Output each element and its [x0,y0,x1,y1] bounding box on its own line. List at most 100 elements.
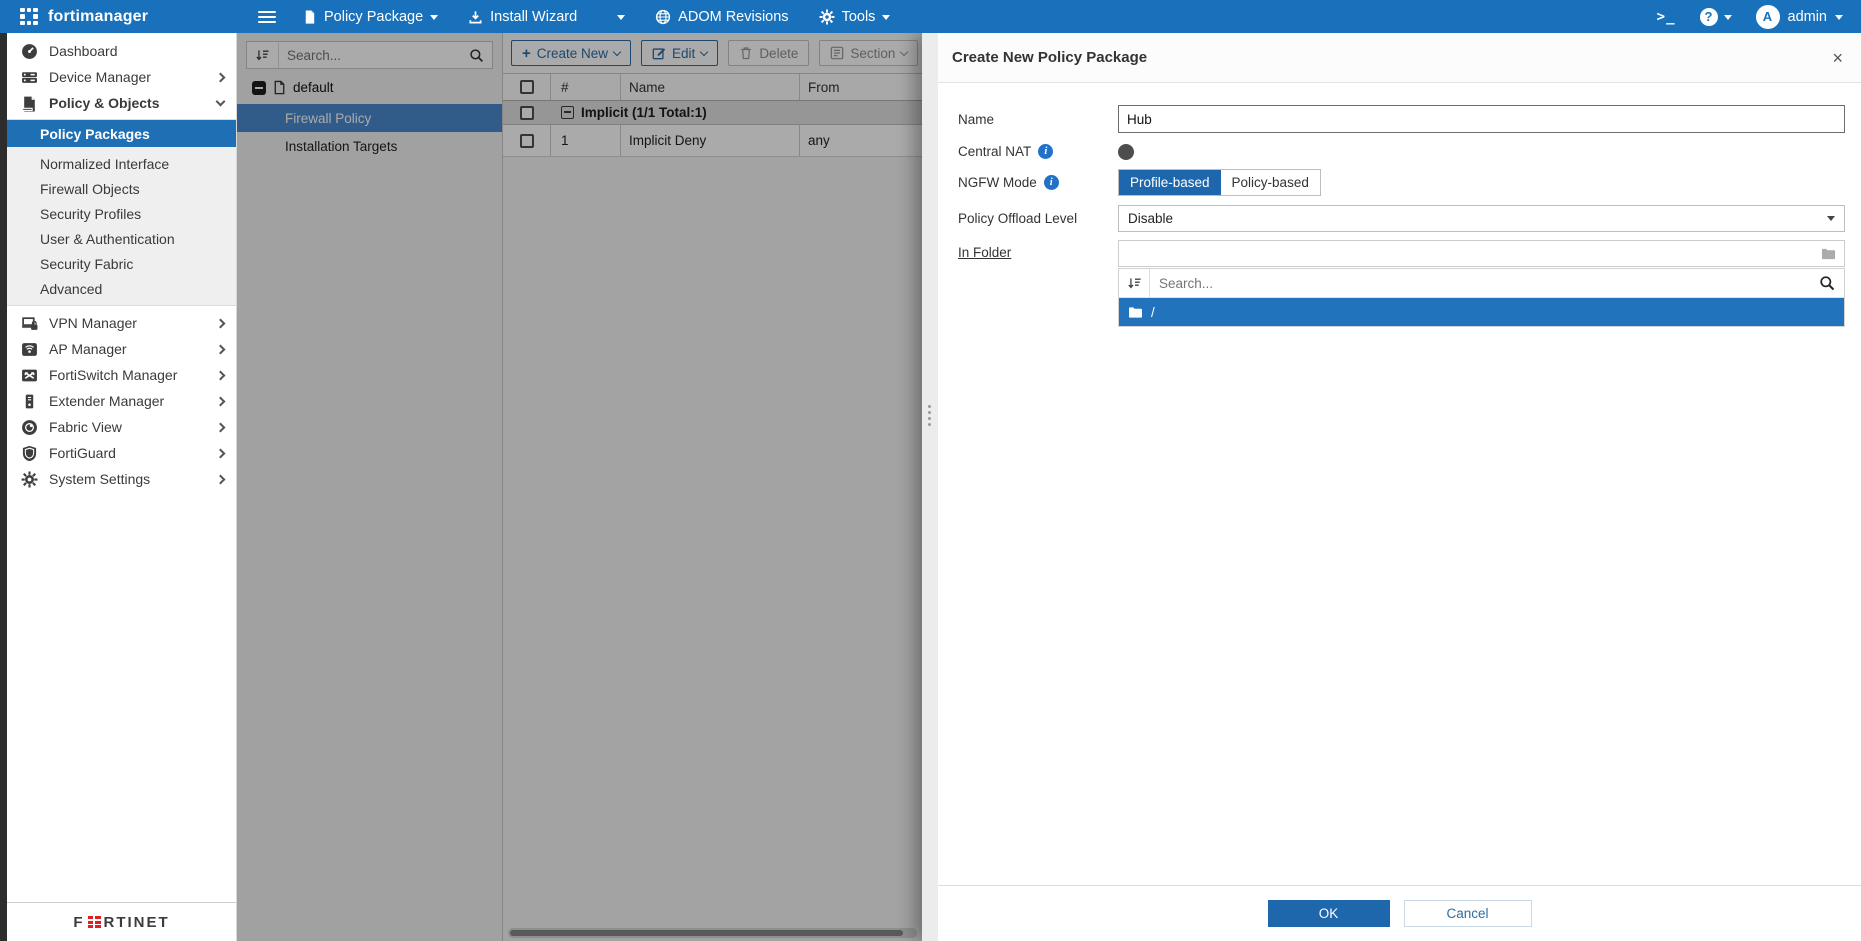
folder-path: / [1151,305,1155,320]
help-menu[interactable]: ? [1700,8,1732,26]
chevron-down-icon [1827,216,1835,221]
sidebar-item-policy-objects[interactable]: Policy & Objects [7,90,236,116]
download-icon [468,9,483,25]
sidebar-item-device-manager[interactable]: Device Manager [7,64,236,90]
sidebar-item-fortiswitch-manager[interactable]: FortiSwitch Manager [7,362,236,388]
in-folder-label[interactable]: In Folder [958,240,1118,327]
ok-button[interactable]: OK [1268,900,1390,927]
fortinet-wordmark: F RTINET [73,914,169,931]
sidebar-item-firewall-objects[interactable]: Firewall Objects [7,176,236,201]
cancel-button[interactable]: Cancel [1404,900,1532,927]
settings-gear-icon [21,471,38,488]
fortinet-red-grid-icon [88,916,101,928]
name-input[interactable] [1118,105,1845,133]
sidebar-item-vpn-manager[interactable]: VPN Manager [7,310,236,336]
folder-search-bar [1119,269,1844,298]
username: admin [1788,9,1828,25]
chevron-down-icon [1835,15,1843,20]
chevron-right-icon [216,396,226,406]
policy-offload-value: Disable [1128,211,1173,226]
sidebar-item-dashboard[interactable]: Dashboard [7,38,236,64]
folder-picker: / [1118,268,1845,327]
sort-icon [1127,276,1142,291]
sidebar-dark-strip [0,33,7,941]
modal-body: Name Central NAT i NGFW Mode i [938,83,1861,885]
content-region: default Firewall Policy Installation Tar… [237,33,922,941]
sidebar-item-extender-manager[interactable]: Extender Manager [7,388,236,414]
vpn-manager-icon [21,315,38,332]
chevron-right-icon [216,370,226,380]
sidebar-item-advanced[interactable]: Advanced [7,276,236,301]
help-icon: ? [1700,8,1718,26]
ngfw-policy-based-option[interactable]: Policy-based [1221,170,1320,195]
policy-objects-icon [21,95,38,112]
menu-tools[interactable]: Tools [819,9,891,25]
close-icon[interactable]: × [1832,49,1843,67]
hamburger-menu-icon[interactable] [258,11,276,23]
toggle-knob [1118,144,1134,160]
sort-button[interactable] [1119,269,1150,297]
in-folder-input[interactable] [1118,240,1845,267]
folder-icon [1128,306,1143,319]
chevron-right-icon [216,318,226,328]
sidebar-item-normalized-interface[interactable]: Normalized Interface [7,151,236,176]
user-menu[interactable]: A admin [1756,5,1844,29]
new-folder-icon[interactable] [1821,247,1836,261]
policy-offload-label: Policy Offload Level [958,205,1118,232]
chevron-down-icon [617,15,625,20]
policy-offload-select[interactable]: Disable [1118,205,1845,232]
chevron-down-icon [216,97,226,107]
gear-icon [819,9,835,25]
name-label: Name [958,105,1118,133]
device-manager-icon [21,69,38,86]
modal-footer: OK Cancel [938,885,1861,941]
sidebar-item-security-profiles[interactable]: Security Profiles [7,201,236,226]
sidebar-item-user-authentication[interactable]: User & Authentication [7,226,236,251]
menu-install-wizard[interactable]: Install Wizard [468,9,577,25]
panel-resize-gutter[interactable] [922,33,938,941]
brand-name: fortimanager [48,8,148,26]
drag-handle-icon [928,405,931,426]
sidebar-item-fortiguard[interactable]: FortiGuard [7,440,236,466]
create-policy-package-modal: Create New Policy Package × Name Central… [922,33,1861,941]
extender-manager-icon [21,393,38,410]
sidebar-footer: F RTINET [7,902,236,941]
modal-header: Create New Policy Package × [938,33,1861,83]
chevron-down-icon [430,15,438,20]
sidebar-item-policy-packages[interactable]: Policy Packages [7,120,236,147]
central-nat-label: Central NAT i [958,144,1118,159]
globe-icon [655,9,671,25]
brand: fortimanager [20,8,258,26]
search-icon[interactable] [1819,275,1835,291]
folder-row-root[interactable]: / [1119,298,1844,326]
cli-console-icon[interactable]: >_ [1657,9,1676,25]
chevron-right-icon [216,422,226,432]
info-icon[interactable]: i [1044,175,1059,190]
chevron-down-icon [882,15,890,20]
chevron-right-icon [216,344,226,354]
folder-search-input[interactable] [1150,276,1819,291]
info-icon[interactable]: i [1038,144,1053,159]
chevron-right-icon [216,474,226,484]
modal-dim-overlay [237,33,922,941]
ngfw-mode-segmented-control: Profile-based Policy-based [1118,169,1321,196]
fortiguard-icon [21,445,38,462]
ngfw-profile-based-option[interactable]: Profile-based [1119,170,1221,195]
policy-objects-submenu: Policy Packages Normalized Interface Fir… [7,119,236,306]
ap-manager-icon [21,341,38,358]
top-navigation-bar: fortimanager Policy Package Install Wiza… [0,0,1861,33]
sidebar-item-fabric-view[interactable]: Fabric View [7,414,236,440]
menu-policy-package[interactable]: Policy Package [302,9,438,25]
chevron-right-icon [216,72,226,82]
chevron-right-icon [216,448,226,458]
menu-adom-revisions[interactable]: ADOM Revisions [655,9,788,25]
fortiswitch-manager-icon [21,367,38,384]
sidebar-item-ap-manager[interactable]: AP Manager [7,336,236,362]
sidebar-item-security-fabric[interactable]: Security Fabric [7,251,236,276]
fabric-view-icon [21,419,38,436]
document-icon [302,9,317,25]
sidebar-item-system-settings[interactable]: System Settings [7,466,236,492]
install-wizard-dropdown[interactable] [617,14,625,20]
left-sidebar: Dashboard Device Manager Policy & Object… [0,33,237,941]
ngfw-mode-label: NGFW Mode i [958,169,1118,196]
